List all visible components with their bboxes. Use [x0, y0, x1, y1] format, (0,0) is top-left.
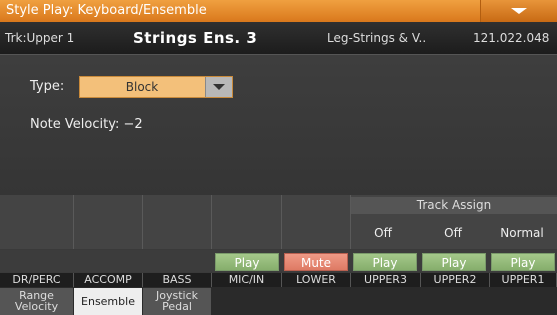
tab-joystick-pedal[interactable]: Joystick Pedal: [143, 288, 212, 315]
triangle-down-icon: [213, 84, 225, 90]
track-name-lower[interactable]: LOWER: [282, 273, 351, 287]
sound-name[interactable]: Strings Ens. 3: [133, 29, 257, 47]
track-assign-upper2[interactable]: Off: [421, 226, 485, 240]
program-number: 121.022.048: [473, 31, 550, 45]
ensemble-panel: Type: Block Note Velocity: −2: [0, 55, 557, 195]
track-name-upper2[interactable]: UPPER2: [421, 273, 490, 287]
type-value: Block: [125, 80, 159, 94]
track-name-bass[interactable]: BASS: [143, 273, 212, 287]
tab-ensemble[interactable]: Ensemble: [74, 288, 143, 315]
tab-label: Pedal: [162, 300, 192, 313]
grid-cell: [0, 195, 74, 249]
grid-cell: [282, 195, 351, 249]
tab-label: Ensemble: [81, 295, 135, 308]
track-name-upper3[interactable]: UPPER3: [351, 273, 421, 287]
track-assign-upper1[interactable]: Normal: [490, 226, 554, 240]
chevron-down-icon: [511, 8, 527, 14]
window-title: Style Play: Keyboard/Ensemble: [6, 3, 207, 18]
track-name-accomp[interactable]: ACCOMP: [74, 273, 143, 287]
dropdown-arrow-button[interactable]: [205, 77, 232, 97]
page-menu-button[interactable]: [480, 0, 557, 22]
grid-cell: [74, 195, 143, 249]
sound-category: Leg-Strings & V..: [327, 31, 427, 45]
title-bar: Style Play: Keyboard/Ensemble: [0, 0, 557, 22]
mute-button-lower[interactable]: Mute: [284, 253, 348, 271]
tab-label: Velocity: [14, 300, 59, 313]
track-assign-header: Track Assign: [351, 197, 557, 214]
type-dropdown[interactable]: Block: [79, 76, 233, 98]
track-assign-upper3[interactable]: Off: [351, 226, 415, 240]
play-button-upper1[interactable]: Play: [491, 253, 555, 271]
note-velocity-field[interactable]: Note Velocity: −2: [30, 117, 143, 132]
play-button-upper2[interactable]: Play: [422, 253, 486, 271]
track-name-dr-perc[interactable]: DR/PERC: [0, 273, 74, 287]
play-button-mic-in[interactable]: Play: [215, 253, 279, 271]
track-name-mic-in[interactable]: MIC/IN: [212, 273, 282, 287]
track-name-upper1[interactable]: UPPER1: [490, 273, 557, 287]
grid-cell: [143, 195, 212, 249]
track-label: Trk:Upper 1: [5, 31, 75, 45]
grid-cell: [212, 195, 282, 249]
play-button-upper3[interactable]: Play: [353, 253, 417, 271]
type-label: Type:: [30, 79, 65, 94]
track-info-bar[interactable]: Trk:Upper 1 Strings Ens. 3 Leg-Strings &…: [0, 22, 557, 55]
tab-range-velocity[interactable]: Range Velocity: [0, 288, 74, 315]
